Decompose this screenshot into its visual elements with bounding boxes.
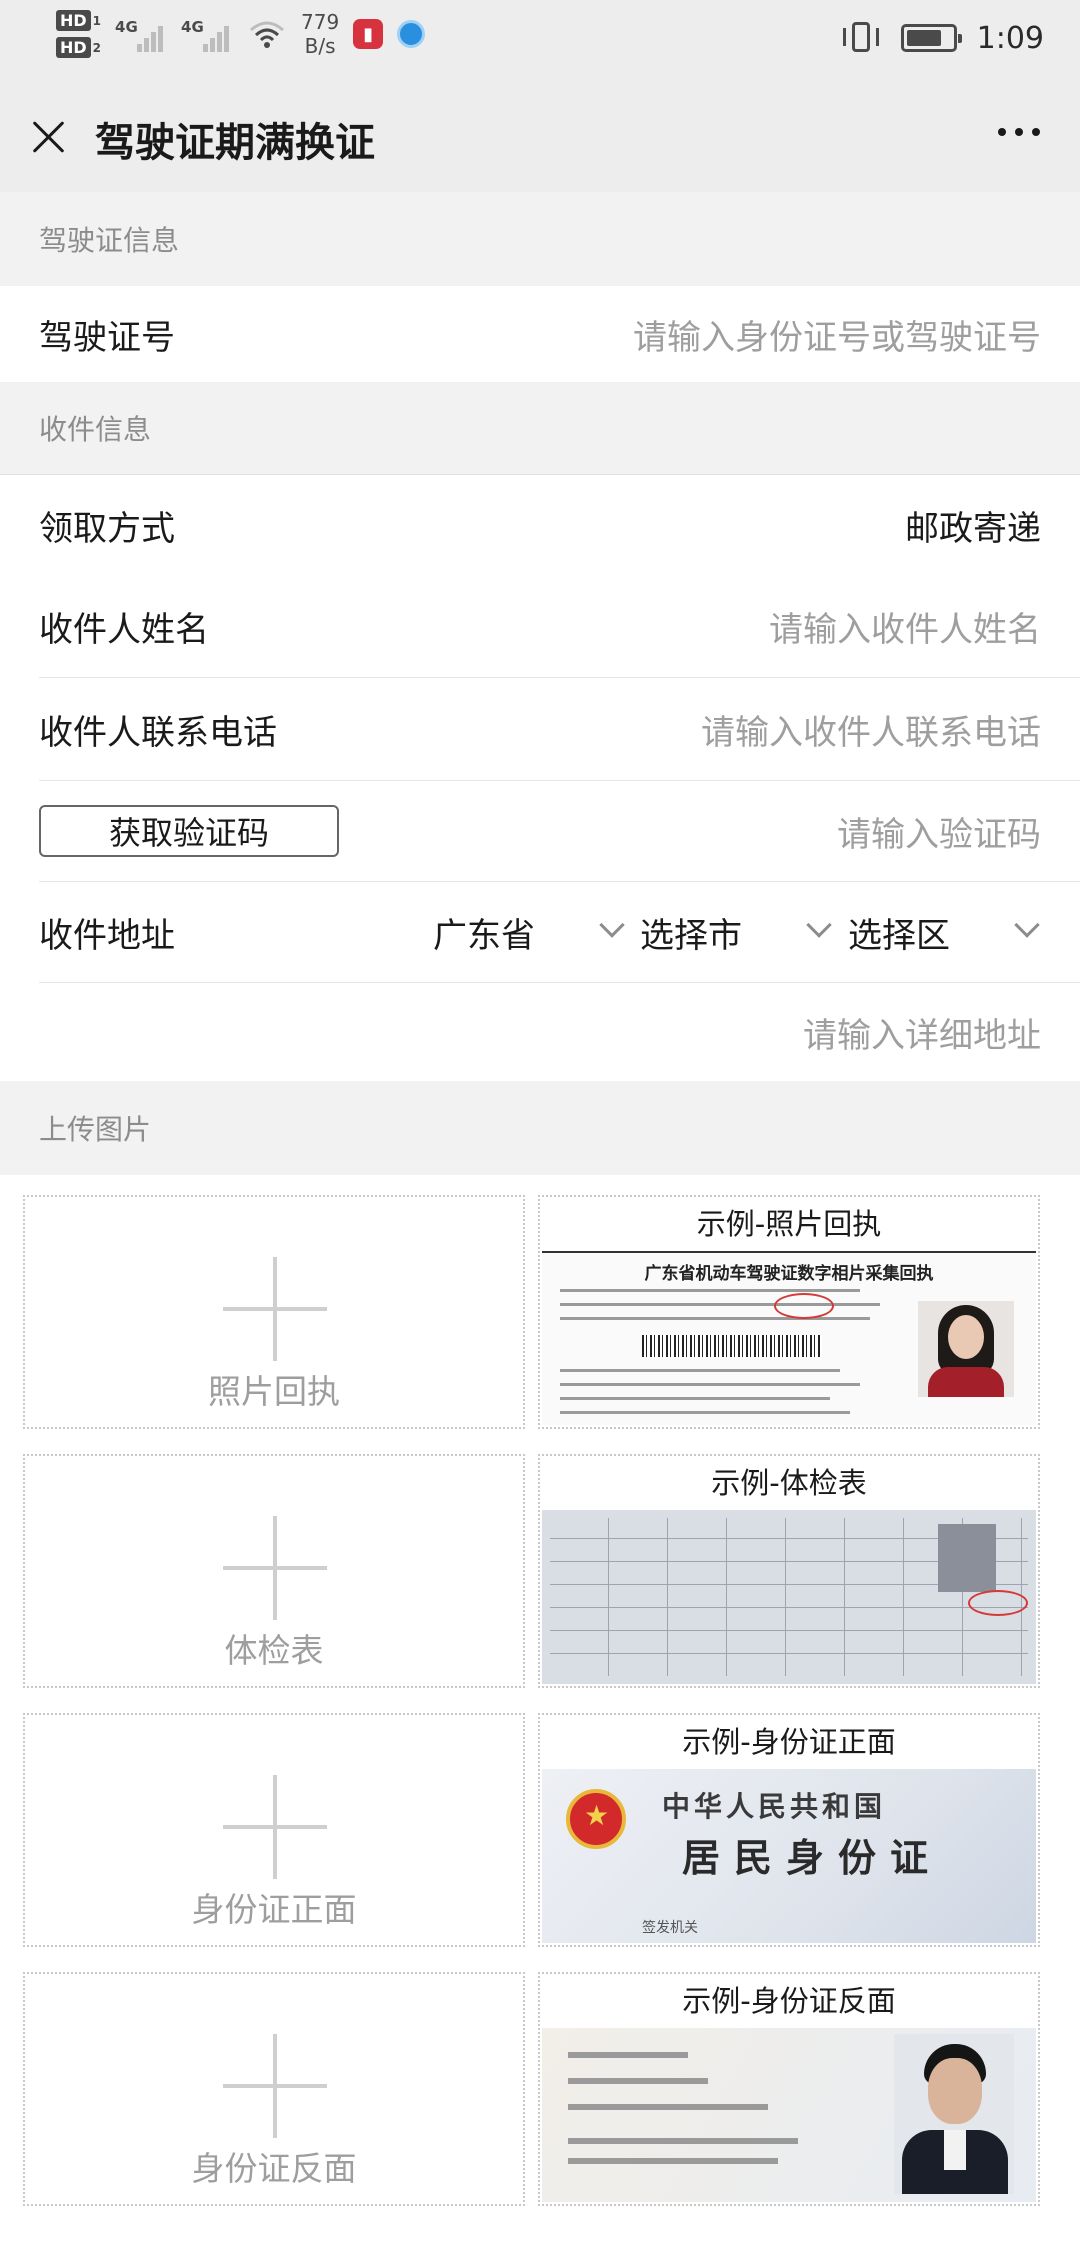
get-verification-code-button[interactable]: 获取验证码 — [39, 805, 339, 857]
portrait-photo — [918, 1301, 1014, 1397]
upload-id-back[interactable]: 身份证反面 — [23, 1972, 525, 2206]
network-speed: 779 B/s — [301, 10, 340, 58]
barcode-image — [642, 1335, 822, 1357]
book-app-icon: ▮ — [353, 19, 384, 49]
address-row: 收件地址 广东省 选择市 选择区 — [0, 882, 1080, 982]
upload-medical-form[interactable]: 体检表 — [23, 1454, 525, 1688]
example-receipt-image: 广东省机动车驾驶证数字相片采集回执 — [542, 1251, 1036, 1425]
province-value: 广东省 — [433, 915, 535, 956]
example-title: 示例-照片回执 — [696, 1207, 882, 1241]
hd-indicators: HD 1 HD 2 — [56, 10, 101, 58]
receive-method-value[interactable]: 邮政寄递 — [905, 501, 1041, 550]
receive-method-row[interactable]: 领取方式 邮政寄递 — [0, 475, 1080, 575]
status-bar-left: HD 1 HD 2 4G 4G 779 B/s ▮ — [56, 10, 426, 58]
page-title: 驾驶证期满换证 — [95, 120, 375, 166]
example-title: 示例-身份证反面 — [682, 1984, 896, 2018]
detail-address-input[interactable]: 请输入详细地址 — [803, 1008, 1041, 1057]
id-front-line1: 中华人民共和国 — [662, 1790, 887, 1823]
receipt-heading: 广东省机动车驾驶证数字相片采集回执 — [644, 1264, 934, 1284]
stamp-mark — [968, 1590, 1028, 1616]
upload-id-front[interactable]: 身份证正面 — [23, 1713, 525, 1947]
license-number-label: 驾驶证号 — [39, 317, 175, 358]
network-type-2: 4G — [181, 18, 204, 36]
license-number-input[interactable]: 请输入身份证号或驾驶证号 — [633, 310, 1041, 359]
example-id-back: 示例-身份证反面 — [538, 1972, 1040, 2206]
recipient-name-label: 收件人姓名 — [39, 609, 209, 650]
stamp-mark — [774, 1293, 834, 1319]
district-value: 选择区 — [848, 915, 950, 956]
address-label: 收件地址 — [39, 915, 175, 956]
upload-label: 体检表 — [224, 1631, 324, 1670]
section-header-upload: 上传图片 — [0, 1081, 1080, 1175]
recipient-phone-input[interactable]: 请输入收件人联系电话 — [701, 705, 1041, 754]
network-type-1: 4G — [115, 18, 138, 36]
close-icon[interactable] — [26, 114, 70, 158]
section-header-receive-info: 收件信息 — [0, 382, 1080, 474]
wifi-icon — [250, 21, 285, 48]
example-id-front: 示例-身份证正面 中华人民共和国 居民身份证 签发机关 — [538, 1713, 1040, 1947]
plus-icon — [223, 1516, 327, 1620]
title-bar: 驾驶证期满换证 — [0, 80, 1080, 192]
upload-label: 照片回执 — [208, 1372, 340, 1411]
example-id-front-image: 中华人民共和国 居民身份证 签发机关 — [542, 1769, 1036, 1943]
recipient-phone-row: 收件人联系电话 请输入收件人联系电话 — [0, 678, 1080, 780]
signal-icon: 4G — [181, 14, 233, 54]
chevron-down-icon — [599, 912, 625, 938]
vibrate-icon — [841, 20, 881, 56]
section-header-license-info: 驾驶证信息 — [0, 192, 1080, 286]
upload-photo-receipt[interactable]: 照片回执 — [23, 1195, 525, 1429]
example-photo-receipt: 示例-照片回执 广东省机动车驾驶证数字相片采集回执 — [538, 1195, 1040, 1429]
province-select[interactable]: 广东省 — [433, 882, 633, 982]
license-number-row: 驾驶证号 请输入身份证号或驾驶证号 — [0, 286, 1080, 382]
example-medical-form: 示例-体检表 — [538, 1454, 1040, 1688]
verification-code-row: 获取验证码 请输入验证码 — [0, 781, 1080, 881]
example-medical-form-image — [542, 1510, 1036, 1684]
recipient-name-input[interactable]: 请输入收件人姓名 — [769, 602, 1041, 651]
national-emblem-icon — [566, 1789, 626, 1849]
more-options-icon[interactable] — [998, 128, 1040, 136]
clock: 1:09 — [976, 20, 1044, 56]
chevron-down-icon — [1014, 912, 1040, 938]
plus-icon — [223, 2034, 327, 2138]
battery-icon — [900, 24, 962, 52]
chevron-down-icon — [806, 912, 832, 938]
browser-app-icon — [397, 20, 426, 48]
detail-address-row: 请输入详细地址 — [0, 983, 1080, 1081]
verification-code-input[interactable]: 请输入验证码 — [837, 807, 1041, 856]
example-title: 示例-体检表 — [711, 1466, 867, 1500]
receive-method-label: 领取方式 — [39, 508, 175, 549]
city-select[interactable]: 选择市 — [640, 882, 840, 982]
city-value: 选择市 — [640, 915, 742, 956]
hd1-icon: HD 1 — [56, 10, 101, 31]
district-select[interactable]: 选择区 — [848, 882, 1048, 982]
recipient-phone-label: 收件人联系电话 — [39, 712, 277, 753]
upload-label: 身份证反面 — [191, 2149, 357, 2188]
recipient-name-row: 收件人姓名 请输入收件人姓名 — [0, 575, 1080, 677]
example-title: 示例-身份证正面 — [682, 1725, 896, 1759]
id-front-line2: 居民身份证 — [682, 1835, 943, 1880]
plus-icon — [223, 1775, 327, 1879]
id-portrait-photo — [894, 2034, 1014, 2194]
signal-icon: 4G — [115, 14, 167, 54]
hd2-icon: HD 2 — [56, 37, 101, 58]
id-front-issuer: 签发机关 — [642, 1920, 698, 1936]
upload-label: 身份证正面 — [191, 1890, 357, 1929]
status-bar: HD 1 HD 2 4G 4G 779 B/s ▮ 1:09 — [0, 0, 1080, 80]
plus-icon — [223, 1257, 327, 1361]
example-id-back-image — [542, 2028, 1036, 2202]
status-bar-right: 1:09 — [841, 20, 1044, 56]
form-photo — [938, 1524, 996, 1592]
